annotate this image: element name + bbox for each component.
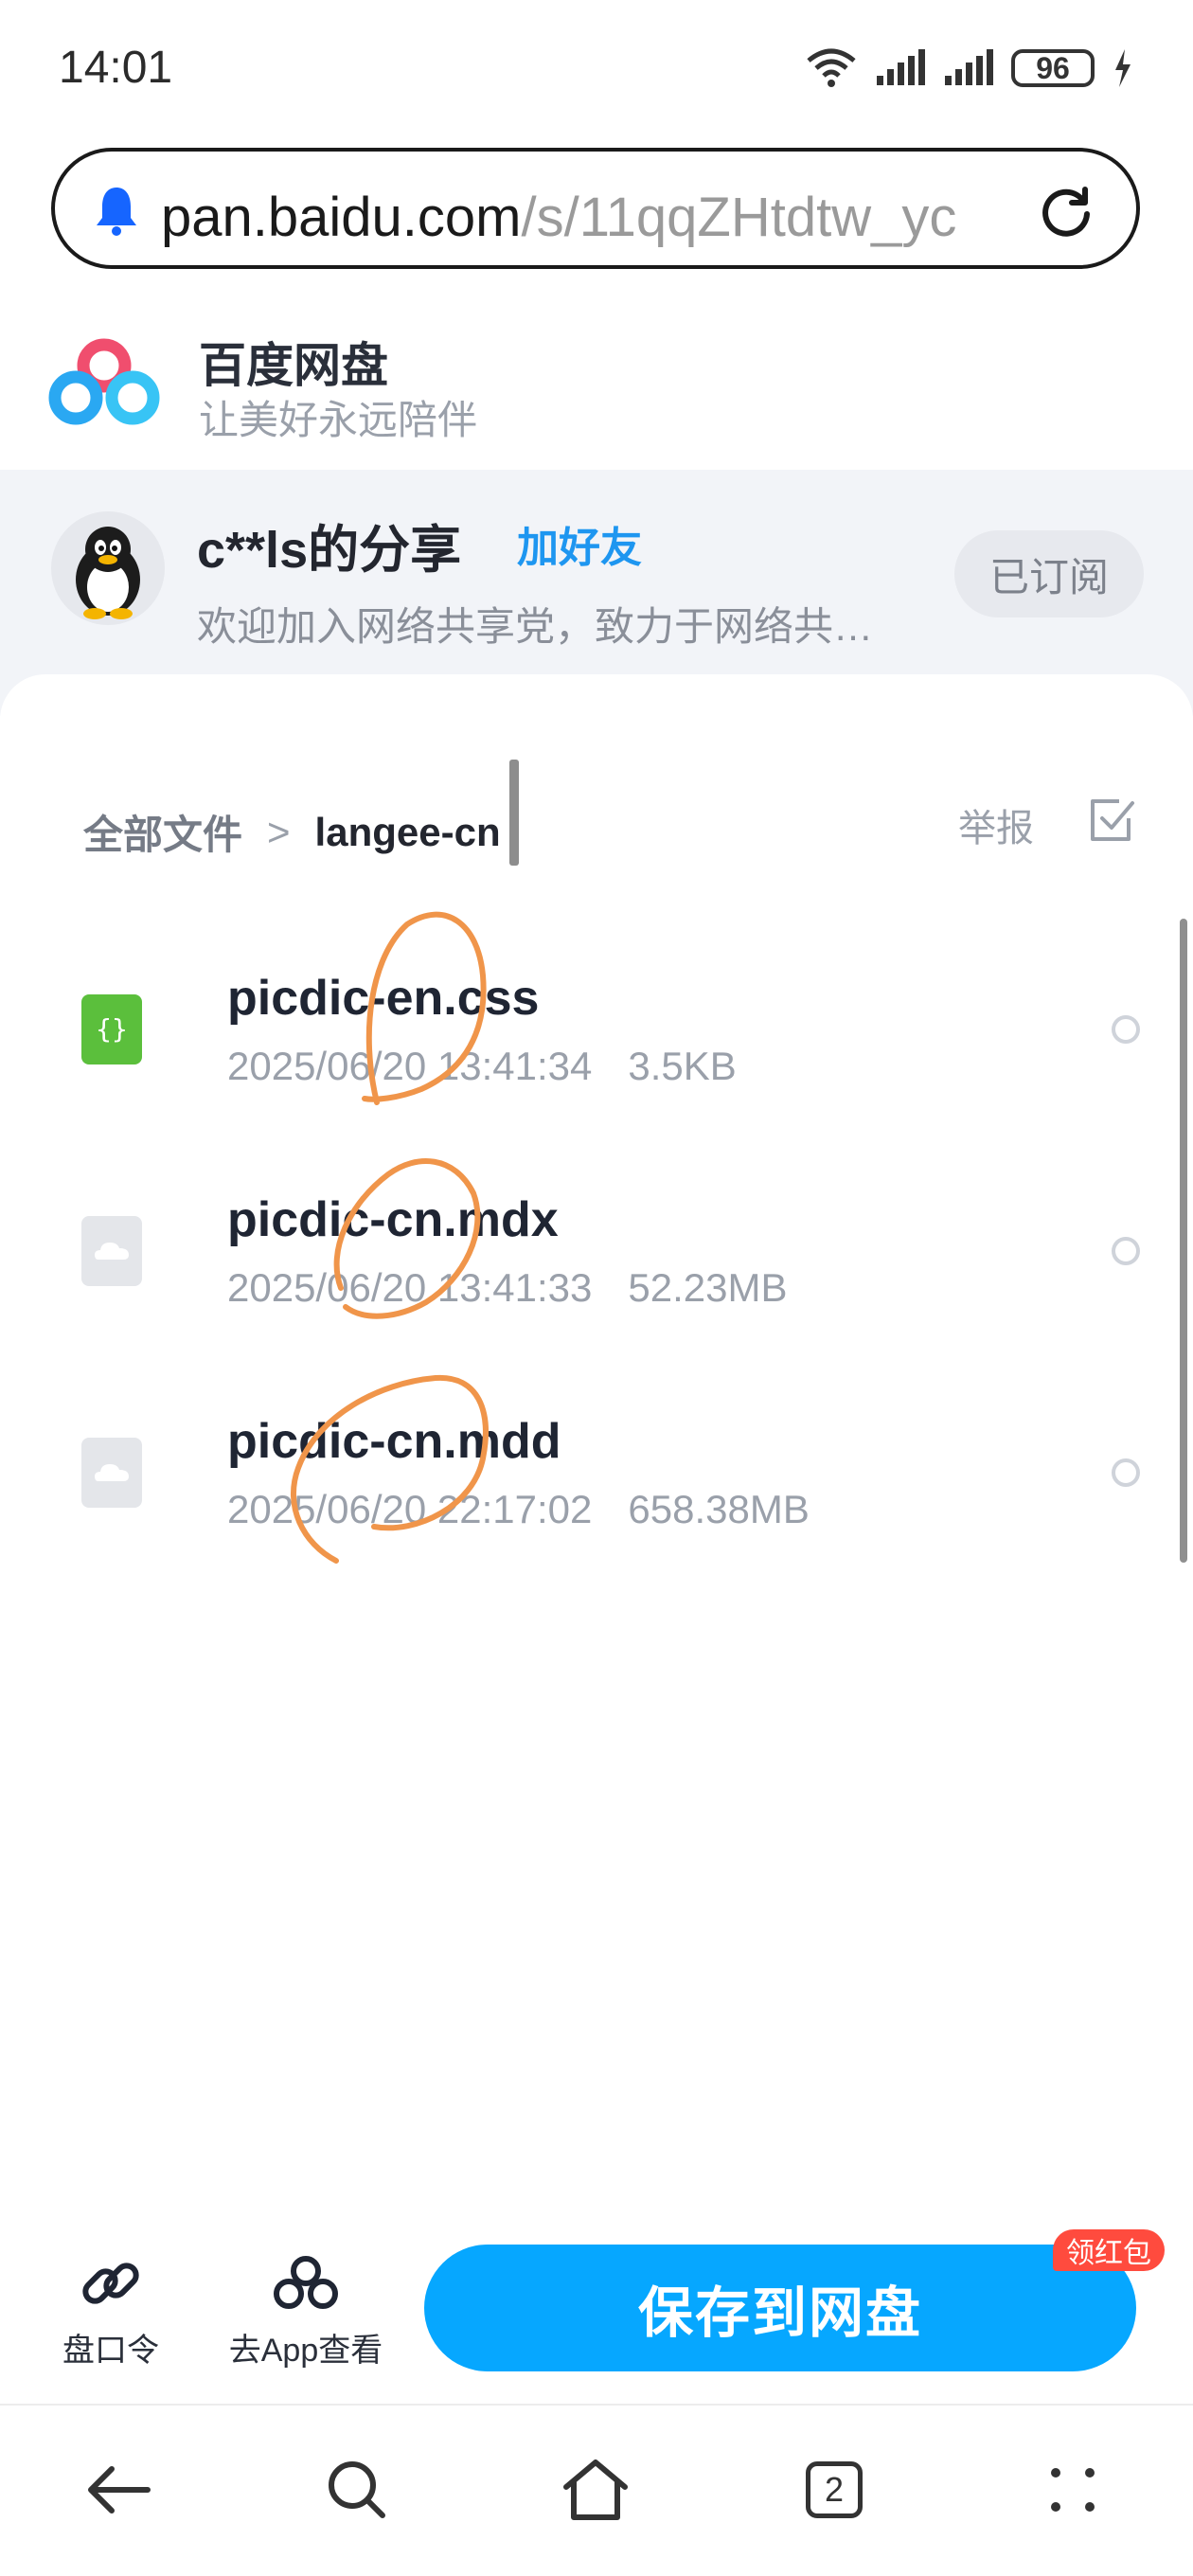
save-to-netdisk-button[interactable]: 保存到网盘	[424, 2245, 1136, 2371]
file-name: picdic-cn.mdx	[227, 1192, 559, 1247]
status-time: 14:01	[59, 43, 173, 93]
signal-icon-2	[945, 49, 993, 85]
file-size: 3.5KB	[628, 1044, 737, 1088]
bell-icon[interactable]	[93, 184, 140, 237]
search-icon	[329, 2461, 385, 2518]
tabs-button[interactable]: 2	[782, 2438, 886, 2542]
text-cursor	[509, 760, 519, 866]
url-path: /s/11qqZHtdtw_yc	[521, 187, 957, 248]
red-packet-badge[interactable]: 领红包	[1053, 2229, 1165, 2271]
baidu-netdisk-logo	[48, 338, 160, 425]
battery-indicator: 96	[1011, 49, 1095, 87]
divider	[0, 2404, 1193, 2406]
open-app-label: 去App查看	[228, 2333, 383, 2369]
url-bar[interactable]: pan.baidu.com/s/11qqZHtdtw_yc	[51, 148, 1140, 269]
signal-icon	[877, 49, 925, 85]
netdisk-app-icon	[274, 2256, 338, 2309]
url-host: pan.baidu.com	[161, 187, 522, 248]
link-icon	[82, 2263, 139, 2304]
breadcrumb-root[interactable]: 全部文件	[83, 803, 242, 861]
menu-button[interactable]	[1021, 2438, 1125, 2542]
open-app-button[interactable]: 去App查看	[216, 2250, 396, 2373]
back-arrow-icon	[88, 2466, 151, 2513]
generic-file-icon	[81, 1216, 142, 1286]
sharer-description: 欢迎加入网络共享党，致力于网络共享资源…	[197, 604, 888, 649]
file-select-radio[interactable]	[1112, 1015, 1140, 1044]
file-row[interactable]: picdic-cn.mdx 2025/06/20 13:41:33 52.23MB	[0, 1140, 1193, 1362]
brand-title: 百度网盘	[199, 339, 388, 392]
file-size: 658.38MB	[628, 1487, 810, 1531]
file-meta: 2025/06/20 13:41:33 52.23MB	[227, 1265, 787, 1311]
search-button[interactable]	[305, 2438, 409, 2542]
share-code-button[interactable]: 盘口令	[21, 2250, 201, 2373]
file-row[interactable]: {} picdic-en.css 2025/06/20 13:41:34 3.5K…	[0, 919, 1193, 1140]
file-name: picdic-en.css	[227, 971, 540, 1026]
file-date: 2025/06/20 22:17:02	[227, 1487, 593, 1531]
file-meta: 2025/06/20 13:41:34 3.5KB	[227, 1044, 737, 1089]
file-row[interactable]: picdic-cn.mdd 2025/06/20 22:17:02 658.38M…	[0, 1362, 1193, 1583]
add-friend-link[interactable]: 加好友	[517, 513, 642, 574]
report-link[interactable]: 举报	[958, 797, 1034, 852]
file-select-radio[interactable]	[1112, 1458, 1140, 1487]
home-icon	[563, 2460, 628, 2520]
breadcrumb-separator: >	[267, 809, 291, 854]
file-date: 2025/06/20 13:41:33	[227, 1265, 593, 1310]
file-name: picdic-cn.mdd	[227, 1414, 561, 1469]
css-file-icon: {}	[81, 994, 142, 1064]
file-date: 2025/06/20 13:41:34	[227, 1044, 593, 1088]
brand-slogan: 让美好永远陪伴	[199, 398, 478, 442]
breadcrumb: 全部文件 > langee-cn	[83, 803, 501, 861]
share-code-label: 盘口令	[62, 2333, 159, 2369]
penguin-avatar-icon	[76, 527, 140, 619]
wifi-icon	[807, 48, 856, 87]
file-size: 52.23MB	[628, 1265, 788, 1310]
avatar[interactable]	[51, 511, 165, 625]
reload-icon[interactable]	[1036, 182, 1096, 242]
back-button[interactable]	[66, 2438, 170, 2542]
svg-text:{}: {}	[96, 1013, 128, 1045]
subscribed-button[interactable]: 已订阅	[954, 530, 1144, 617]
status-icons: 96	[805, 45, 1134, 91]
generic-file-icon	[81, 1438, 142, 1508]
sharer-name: c**ls的分享	[197, 522, 462, 579]
scrollbar[interactable]	[1180, 919, 1187, 1563]
breadcrumb-current: langee-cn	[314, 809, 501, 854]
url-text[interactable]: pan.baidu.com/s/11qqZHtdtw_yc	[161, 186, 1051, 249]
more-dots-icon	[1051, 2468, 1095, 2512]
home-button[interactable]	[543, 2438, 648, 2542]
select-all-checkbox-icon[interactable]	[1087, 794, 1138, 845]
charging-icon	[1115, 49, 1131, 87]
file-meta: 2025/06/20 22:17:02 658.38MB	[227, 1487, 810, 1532]
file-select-radio[interactable]	[1112, 1237, 1140, 1265]
tabs-count: 2	[806, 2461, 863, 2518]
